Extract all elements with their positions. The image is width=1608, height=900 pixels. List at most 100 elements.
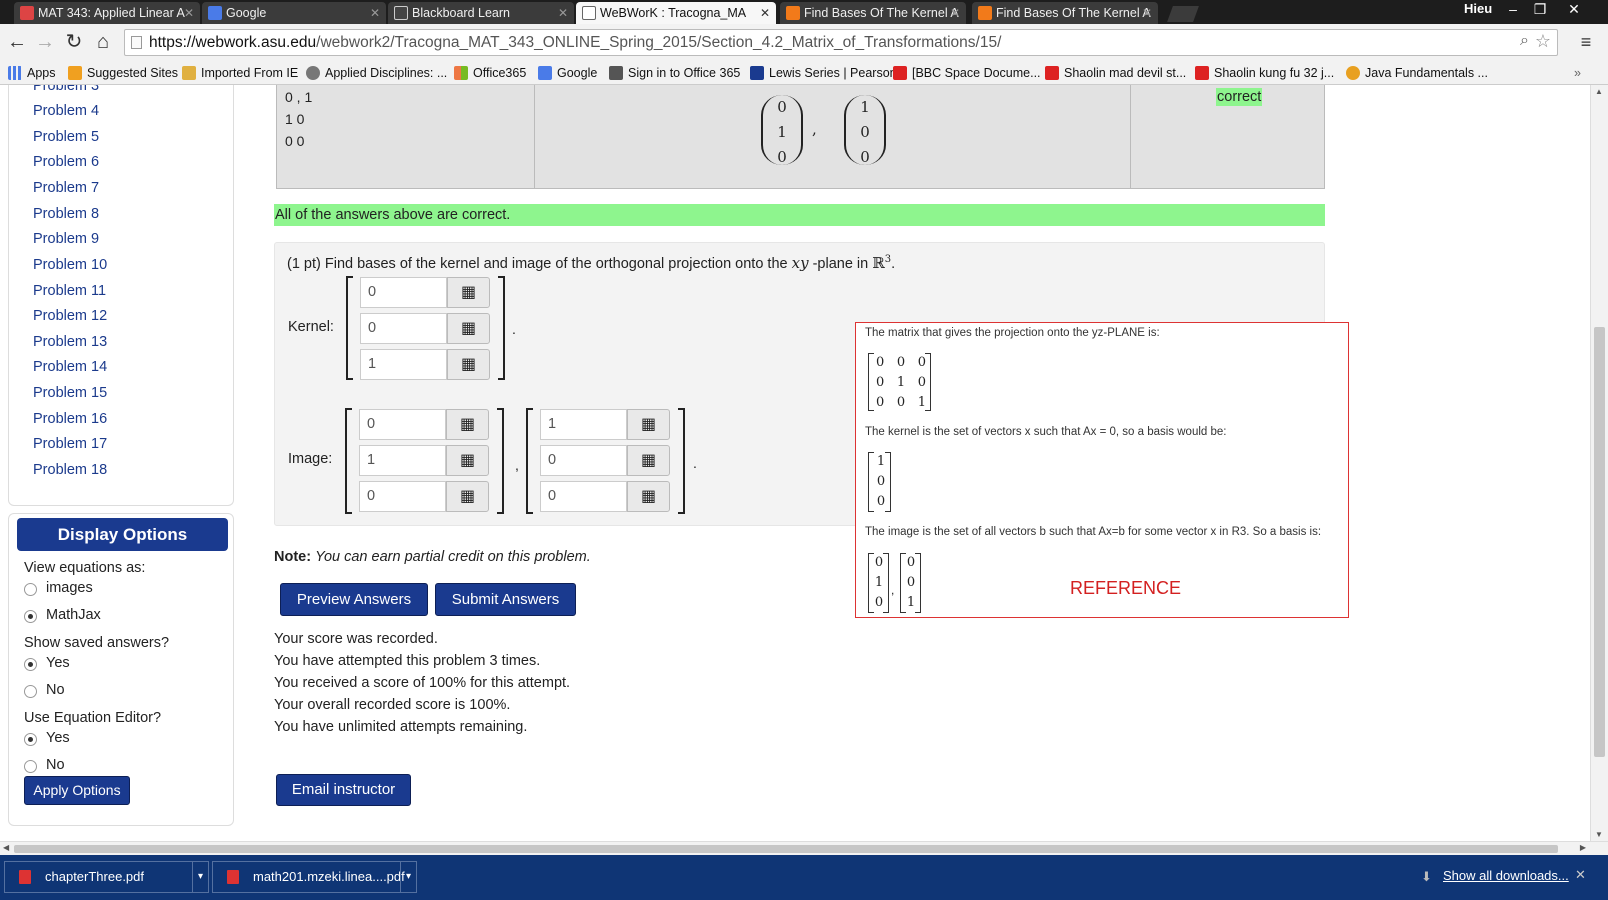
- bookmark-imported[interactable]: Imported From IE: [182, 65, 298, 81]
- keypad-icon[interactable]: ▦: [446, 445, 489, 476]
- bookmark-pearson[interactable]: Lewis Series | Pearson: [750, 65, 897, 81]
- problem-link[interactable]: Problem 16: [33, 411, 107, 427]
- scrollbar-thumb[interactable]: [14, 845, 1558, 853]
- bookmark-apps[interactable]: Apps: [8, 65, 56, 81]
- bookmark-shaolin-1[interactable]: Shaolin mad devil st...: [1045, 65, 1186, 81]
- menu-icon[interactable]: ≡: [1574, 30, 1598, 54]
- restore-icon[interactable]: ❐: [1528, 0, 1552, 18]
- bookmark-office365[interactable]: Office365: [454, 65, 526, 81]
- search-icon[interactable]: ⌕: [1520, 32, 1529, 50]
- kernel-input-1[interactable]: 0: [360, 277, 447, 308]
- bookmark-google[interactable]: Google: [538, 65, 597, 81]
- vector-entry: 0: [874, 595, 884, 610]
- problem-link[interactable]: Problem 17: [33, 436, 107, 452]
- problem-link[interactable]: Problem 12: [33, 308, 107, 324]
- close-icon[interactable]: ✕: [1575, 867, 1586, 883]
- problem-link[interactable]: Problem 15: [33, 385, 107, 401]
- close-icon[interactable]: ✕: [950, 2, 960, 24]
- tab-chegg-1[interactable]: Find Bases Of The Kernel A ✕: [780, 2, 966, 24]
- image-vec1-input-1[interactable]: 0: [359, 409, 446, 440]
- problem-link[interactable]: Problem 10: [33, 257, 107, 273]
- radio-mathjax[interactable]: [24, 610, 37, 623]
- kernel-input-3[interactable]: 1: [360, 349, 447, 380]
- bookmark-java[interactable]: Java Fundamentals ...: [1346, 65, 1488, 81]
- problem-link[interactable]: Problem 4: [33, 103, 99, 119]
- keypad-icon[interactable]: ▦: [447, 349, 490, 380]
- image-vec1-input-3[interactable]: 0: [359, 481, 446, 512]
- tab-google[interactable]: Google ✕: [202, 2, 386, 24]
- show-all-downloads-link[interactable]: Show all downloads...: [1443, 868, 1569, 883]
- keypad-icon[interactable]: ▦: [446, 481, 489, 512]
- image-vec2-input-3[interactable]: 0: [540, 481, 627, 512]
- vertical-scrollbar[interactable]: ▲ ▼: [1590, 85, 1608, 841]
- problem-link[interactable]: Problem 9: [33, 231, 99, 247]
- problem-link[interactable]: Problem 13: [33, 334, 107, 350]
- chevron-down-icon[interactable]: ▾: [400, 862, 416, 892]
- keypad-icon[interactable]: ▦: [627, 409, 670, 440]
- new-tab-button[interactable]: [1167, 6, 1199, 22]
- keypad-icon[interactable]: ▦: [446, 409, 489, 440]
- keypad-icon[interactable]: ▦: [627, 445, 670, 476]
- profile-name[interactable]: Hieu: [1464, 0, 1492, 18]
- close-window-icon[interactable]: ✕: [1562, 0, 1586, 18]
- preview-answers-button[interactable]: Preview Answers: [280, 583, 428, 616]
- close-icon[interactable]: ✕: [558, 2, 568, 24]
- radio-saved-yes[interactable]: [24, 658, 37, 671]
- bookmark-bbc[interactable]: [BBC Space Docume...: [893, 65, 1041, 81]
- keypad-icon[interactable]: ▦: [447, 313, 490, 344]
- minimize-icon[interactable]: –: [1501, 0, 1525, 18]
- horizontal-scrollbar[interactable]: ◀ ▶: [0, 841, 1608, 855]
- home-icon[interactable]: ⌂: [91, 30, 115, 54]
- left-bracket: [868, 353, 874, 411]
- scroll-up-icon[interactable]: ▲: [1595, 87, 1603, 96]
- close-icon[interactable]: ✕: [184, 2, 194, 24]
- close-icon[interactable]: ✕: [1142, 2, 1152, 24]
- radio-saved-no[interactable]: [24, 685, 37, 698]
- problem-link[interactable]: Problem 5: [33, 129, 99, 145]
- download-item[interactable]: chapterThree.pdf ▾: [4, 861, 209, 893]
- bookmark-sign-in-office[interactable]: Sign in to Office 365: [609, 65, 740, 81]
- scrollbar-thumb[interactable]: [1594, 327, 1605, 757]
- problem-link[interactable]: Problem 11: [33, 283, 106, 299]
- bookmarks-overflow-icon[interactable]: »: [1574, 65, 1581, 81]
- bookmark-shaolin-2[interactable]: Shaolin kung fu 32 j...: [1195, 65, 1334, 81]
- back-icon[interactable]: ←: [5, 30, 29, 54]
- keypad-icon[interactable]: ▦: [627, 481, 670, 512]
- image-vec1-input-2[interactable]: 1: [359, 445, 446, 476]
- submit-answers-button[interactable]: Submit Answers: [435, 583, 576, 616]
- radio-label: images: [46, 580, 93, 596]
- problem-link[interactable]: Problem 7: [33, 180, 99, 196]
- email-instructor-button[interactable]: Email instructor: [276, 774, 411, 806]
- tab-chegg-2[interactable]: Find Bases Of The Kernel A ✕: [972, 2, 1158, 24]
- download-item[interactable]: math201.mzeki.linea....pdf ▾: [212, 861, 417, 893]
- problem-link[interactable]: Problem 14: [33, 359, 107, 375]
- kernel-input-2[interactable]: 0: [360, 313, 447, 344]
- radio-images[interactable]: [24, 583, 37, 596]
- apply-options-button[interactable]: Apply Options: [24, 776, 130, 805]
- scroll-right-icon[interactable]: ▶: [1580, 843, 1586, 852]
- scroll-down-icon[interactable]: ▼: [1595, 830, 1603, 839]
- problem-link[interactable]: Problem 18: [33, 462, 107, 478]
- bookmark-applied-disciplines[interactable]: Applied Disciplines: ...: [306, 65, 447, 81]
- keypad-icon[interactable]: ▦: [447, 277, 490, 308]
- problem-link[interactable]: Problem 6: [33, 154, 99, 170]
- image-vec2-input-1[interactable]: 1: [540, 409, 627, 440]
- chevron-down-icon[interactable]: ▾: [192, 862, 208, 892]
- scroll-left-icon[interactable]: ◀: [3, 843, 9, 852]
- image-vec2-input-2[interactable]: 0: [540, 445, 627, 476]
- address-bar[interactable]: https://webwork.asu.edu/webwork2/Tracogn…: [124, 29, 1558, 56]
- star-icon[interactable]: ☆: [1535, 31, 1551, 52]
- tab-mat343[interactable]: MAT 343: Applied Linear A ✕: [14, 2, 200, 24]
- close-icon[interactable]: ✕: [370, 2, 380, 24]
- radio-editor-no[interactable]: [24, 760, 37, 773]
- problem-link[interactable]: Problem 8: [33, 206, 99, 222]
- close-icon[interactable]: ✕: [760, 2, 770, 24]
- bookmark-suggested-sites[interactable]: Suggested Sites: [68, 65, 178, 81]
- problem-text: (1 pt) Find bases of the kernel and imag…: [287, 256, 788, 272]
- tab-blackboard[interactable]: Blackboard Learn ✕: [388, 2, 574, 24]
- tab-webwork[interactable]: WeBWorK : Tracogna_MA ✕: [576, 2, 776, 24]
- problem-link[interactable]: Problem 3: [33, 85, 99, 94]
- radio-editor-yes[interactable]: [24, 733, 37, 746]
- forward-icon[interactable]: →: [33, 30, 57, 54]
- reload-icon[interactable]: ↻: [62, 30, 86, 54]
